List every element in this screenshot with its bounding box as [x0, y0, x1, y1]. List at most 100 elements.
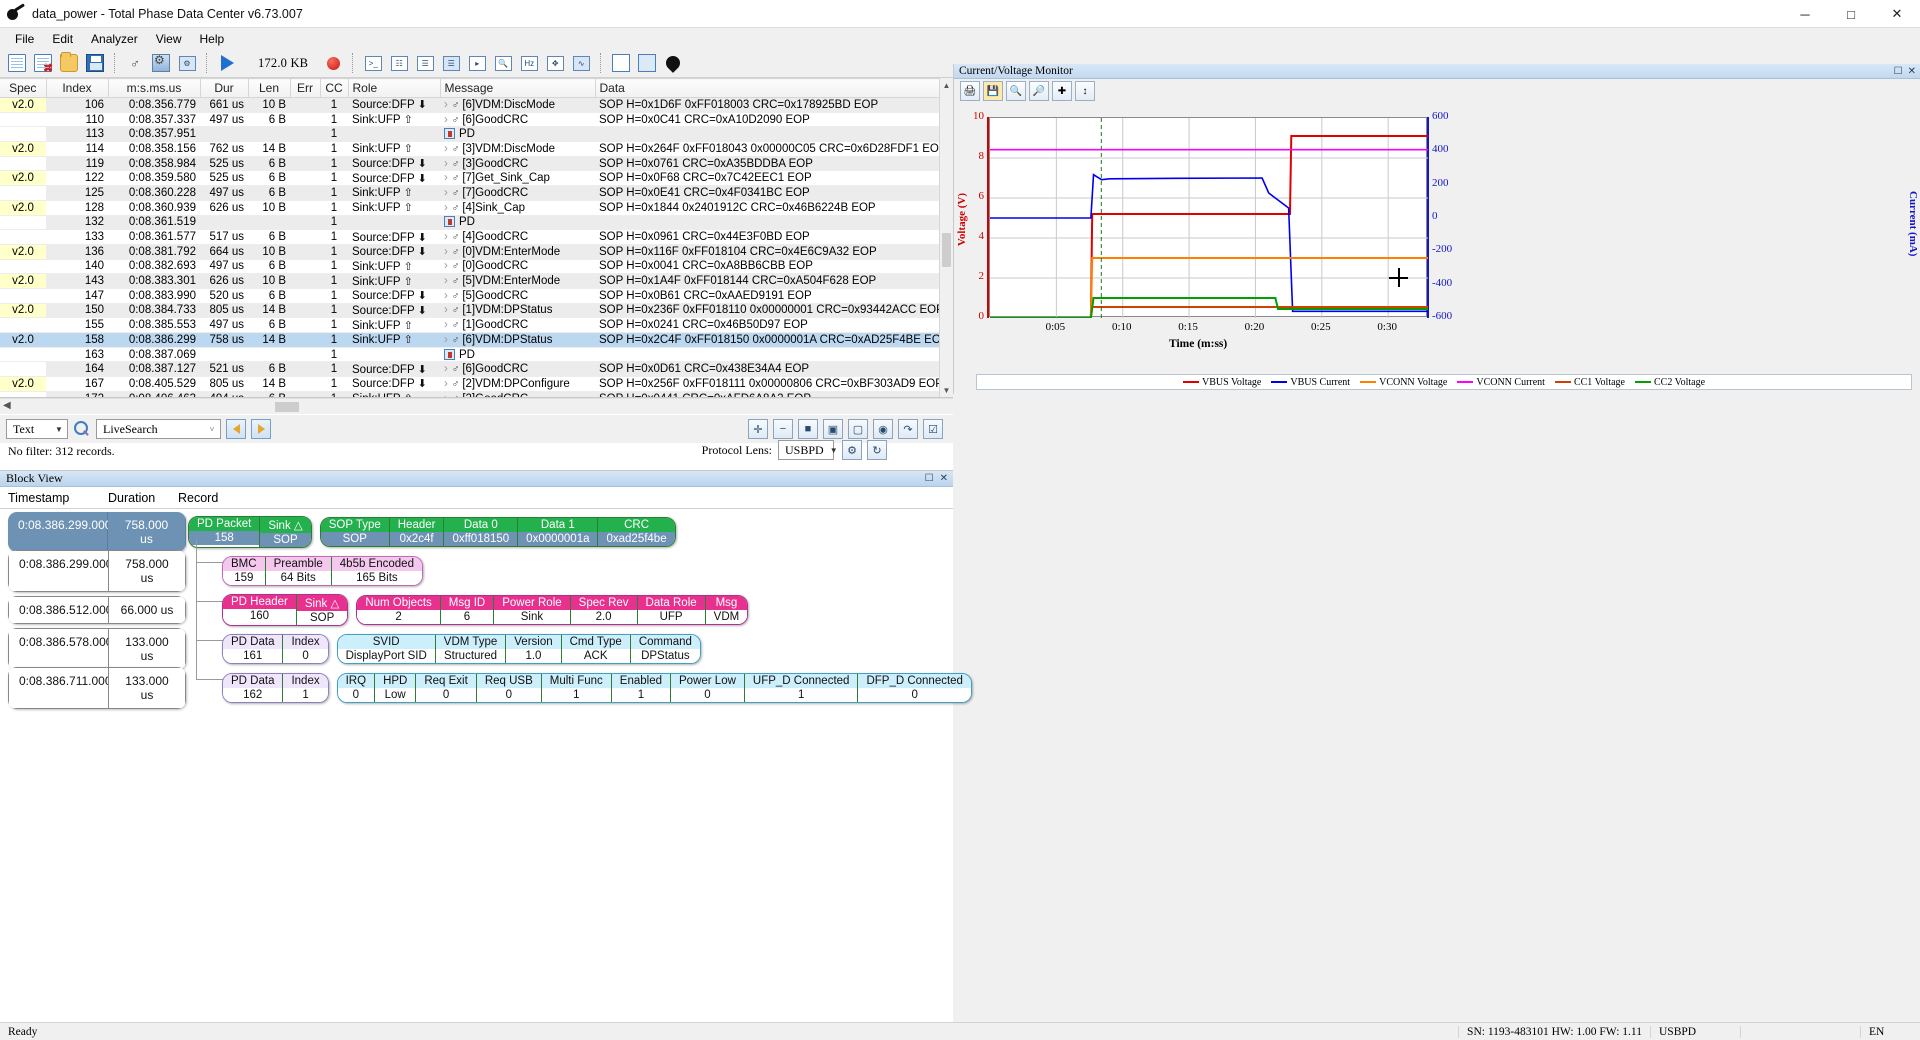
pd-data0-left-group[interactable]: PD Data161Index0 — [222, 634, 329, 664]
chart-icon[interactable]: ∿ — [569, 51, 593, 75]
pd-packet-col-1[interactable]: Sink △SOP — [260, 517, 310, 547]
col-message[interactable]: Message — [440, 79, 595, 98]
paste-icon[interactable] — [635, 51, 659, 75]
scroll-up-icon[interactable]: ▲ — [940, 78, 953, 92]
table-row[interactable]: 1320:08.361.5191PD — [0, 215, 940, 230]
run-icon[interactable] — [215, 51, 239, 75]
pd-data1-col-3[interactable]: Req USB0 — [477, 674, 542, 702]
settings-image-icon[interactable] — [149, 51, 173, 75]
scroll-left-icon[interactable]: ◀ — [3, 400, 11, 411]
bmc-col-0[interactable]: BMC159 — [223, 557, 266, 585]
packet-list-hscrollbar[interactable]: ◀ — [0, 398, 953, 414]
menu-item-file[interactable]: File — [6, 30, 43, 48]
table-row[interactable]: 1630:08.387.0691PD — [0, 347, 940, 362]
legend-item-3[interactable]: VCONN Current — [1457, 377, 1545, 388]
pd-header-group[interactable]: Num Objects2Msg ID6Power RoleSinkSpec Re… — [356, 595, 748, 625]
pd-data1-group[interactable]: IRQ0HPDLowReq Exit0Req USB0Multi Func1En… — [337, 673, 972, 703]
scroll-down-icon[interactable]: ▼ — [940, 383, 953, 397]
table-row[interactable]: v2.01430:08.383.301626 us10 B1Sink:UFP ⇧… — [0, 274, 940, 289]
detail-icon[interactable]: ☰ — [413, 51, 437, 75]
menu-item-help[interactable]: Help — [191, 30, 234, 48]
col-role[interactable]: Role — [348, 79, 440, 98]
pd-header-left-col-1[interactable]: Sink △SOP — [297, 595, 347, 625]
usb-icon[interactable]: ♂ — [123, 51, 147, 75]
save-icon[interactable]: 💾 — [983, 81, 1003, 101]
filter-icon[interactable]: ☑ — [923, 419, 943, 439]
timestamp-capsule-4[interactable]: 0:08.386.711.000 133.000 us — [8, 667, 186, 709]
search-icon[interactable] — [73, 420, 91, 438]
pd-data0-left-col-1[interactable]: Index0 — [283, 635, 327, 663]
packet-list[interactable]: Spec Index m:s.ms.us Dur Len Err CC Role… — [0, 78, 953, 398]
block-row-4[interactable]: 0:08.386.711.000 133.000 us — [8, 673, 186, 703]
record-row-4[interactable]: PD Data162Index1 IRQ0HPDLowReq Exit0Req … — [222, 673, 972, 703]
menu-item-analyzer[interactable]: Analyzer — [82, 30, 147, 48]
bmc-group[interactable]: BMC159Preamble64 Bits4b5b Encoded165 Bit… — [222, 556, 423, 586]
col-spec[interactable]: Spec — [0, 79, 46, 98]
pd-data1-col-8[interactable]: DFP_D Connected0 — [858, 674, 971, 702]
pd-data0-col-3[interactable]: Cmd TypeACK — [562, 635, 631, 663]
block-row-0[interactable]: 0:08.386.299.000 758.000 us — [8, 517, 209, 547]
pd-data1-col-5[interactable]: Enabled1 — [612, 674, 671, 702]
record-row-3[interactable]: PD Data161Index0 SVIDDisplayPort SIDVDM … — [222, 634, 701, 664]
table-row[interactable]: v2.01500:08.384.733805 us14 B1Source:DFP… — [0, 303, 940, 318]
expand-icon[interactable]: ✥ — [543, 51, 567, 75]
hz-icon[interactable]: Hz — [517, 51, 541, 75]
record-row-2[interactable]: PD Header160Sink △SOP Num Objects2Msg ID… — [222, 595, 748, 625]
table-row[interactable]: 1720:08.406.463494 us6 B1Sink:UFP ⇧›♂[2]… — [0, 391, 940, 398]
zoom-in-icon[interactable]: 🔍 — [1006, 81, 1026, 101]
pd-data0-col-2[interactable]: Version1.0 — [506, 635, 561, 663]
pd-data1-col-2[interactable]: Req Exit0 — [416, 674, 476, 702]
search-input[interactable]: LiveSearch ˅ — [96, 419, 221, 439]
pd-data0-group[interactable]: SVIDDisplayPort SIDVDM TypeStructuredVer… — [337, 634, 701, 664]
pd-header-col-3[interactable]: Spec Rev2.0 — [571, 596, 638, 624]
print-icon[interactable]: 🖨 — [960, 81, 980, 101]
close-file-icon[interactable]: ✖ — [31, 51, 55, 75]
circle-icon[interactable]: ◉ — [873, 419, 893, 439]
search-next-button[interactable] — [251, 419, 271, 439]
table-row[interactable]: v2.01060:08.356.779661 us10 B1Source:DFP… — [0, 98, 940, 113]
block-row-2[interactable]: 0:08.386.512.000 66.000 us — [8, 595, 186, 625]
protocol-lens-select[interactable]: USBPD ▼ — [778, 440, 834, 460]
block-view-close-icon[interactable]: ✕ — [940, 473, 948, 484]
sop-col-2[interactable]: Data 00xff018150 — [444, 518, 518, 546]
save-icon[interactable] — [83, 51, 107, 75]
pd-data1-col-6[interactable]: Power Low0 — [671, 674, 745, 702]
pd-data1-left-group[interactable]: PD Data162Index1 — [222, 673, 329, 703]
pd-header-col-5[interactable]: MsgVDM — [706, 596, 748, 624]
col-data[interactable]: Data — [595, 79, 940, 98]
chart-cursor-crosshair[interactable] — [1389, 268, 1408, 287]
pd-header-col-1[interactable]: Msg ID6 — [441, 596, 494, 624]
new-file-icon[interactable] — [5, 51, 29, 75]
col-index[interactable]: Index — [46, 79, 108, 98]
legend-item-5[interactable]: CC2 Voltage — [1635, 377, 1705, 388]
pd-header-left-group[interactable]: PD Header160Sink △SOP — [222, 594, 348, 626]
sop-col-0[interactable]: SOP TypeSOP — [321, 518, 390, 546]
pd-data1-left-col-0[interactable]: PD Data162 — [223, 674, 283, 702]
maximize-button[interactable]: □ — [1828, 0, 1874, 28]
pd-data0-col-0[interactable]: SVIDDisplayPort SID — [338, 635, 436, 663]
timestamp-capsule-0[interactable]: 0:08.386.299.000 758.000 us — [8, 512, 186, 552]
block-row-1[interactable]: 0:08.386.299.000 758.000 us — [8, 556, 186, 586]
table-row[interactable]: 1400:08.382.693497 us6 B1Sink:UFP ⇧›♂[0]… — [0, 259, 940, 274]
pd-header-left-col-0[interactable]: PD Header160 — [223, 595, 297, 625]
legend-item-1[interactable]: VBUS Current — [1271, 377, 1350, 388]
step-icon[interactable]: ▸ — [465, 51, 489, 75]
record-row-1[interactable]: BMC159Preamble64 Bits4b5b Encoded165 Bit… — [222, 556, 423, 586]
pd-data1-left-col-1[interactable]: Index1 — [283, 674, 327, 702]
search-prev-button[interactable] — [226, 419, 246, 439]
record-icon[interactable] — [321, 51, 345, 75]
pd-header-col-0[interactable]: Num Objects2 — [357, 596, 440, 624]
close-button[interactable]: ✕ — [1874, 0, 1920, 28]
menu-item-view[interactable]: View — [147, 30, 191, 48]
col-err[interactable]: Err — [290, 79, 320, 98]
zoom-out-icon[interactable]: 🔎 — [1029, 81, 1049, 101]
copy-icon[interactable] — [609, 51, 633, 75]
lens-reset-icon[interactable]: ↻ — [867, 440, 887, 460]
bmc-col-1[interactable]: Preamble64 Bits — [266, 557, 332, 585]
pd-data1-col-0[interactable]: IRQ0 — [338, 674, 375, 702]
minimize-button[interactable]: ─ — [1782, 0, 1828, 28]
chart-plot-area[interactable] — [989, 117, 1427, 317]
search-tool-icon[interactable]: 🔍 — [491, 51, 515, 75]
legend-item-0[interactable]: VBUS Voltage — [1183, 377, 1261, 388]
bookmark-2-icon[interactable]: ▣ — [823, 419, 843, 439]
